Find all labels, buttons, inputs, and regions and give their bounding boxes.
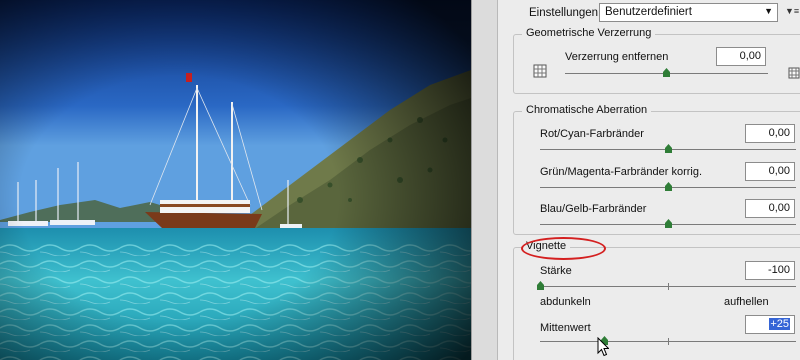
blue-yellow-input[interactable]: 0,00 bbox=[745, 199, 795, 218]
settings-label: Einstellungen: bbox=[529, 7, 602, 19]
remove-distortion-input[interactable]: 0,00 bbox=[716, 47, 766, 66]
midpoint-input[interactable]: +25 bbox=[745, 315, 795, 334]
settings-row: Einstellungen: Benutzerdefiniert ▼ ▼≡ bbox=[498, 0, 800, 26]
midpoint-label: Mittenwert bbox=[540, 322, 591, 334]
settings-value: Benutzerdefiniert bbox=[605, 6, 692, 18]
darken-label: abdunkeln bbox=[540, 296, 591, 308]
red-cyan-slider-thumb[interactable] bbox=[664, 144, 672, 153]
red-cyan-input[interactable]: 0,00 bbox=[745, 124, 795, 143]
lens-correction-panel: Einstellungen: Benutzerdefiniert ▼ ▼≡ Ge… bbox=[498, 0, 800, 360]
green-magenta-slider-thumb[interactable] bbox=[664, 182, 672, 191]
red-cyan-label: Rot/Cyan-Farbränder bbox=[540, 128, 644, 140]
grid-icon[interactable] bbox=[788, 67, 800, 79]
green-magenta-label: Grün/Magenta-Farbränder korrig. bbox=[540, 166, 703, 178]
blue-yellow-label: Blau/Gelb-Farbränder bbox=[540, 203, 647, 215]
remove-distortion-slider-thumb[interactable] bbox=[663, 68, 670, 77]
image-preview bbox=[0, 0, 471, 360]
panel-divider bbox=[471, 0, 498, 360]
grid-icon[interactable] bbox=[533, 64, 547, 78]
lighten-label: aufhellen bbox=[724, 296, 769, 308]
settings-dropdown[interactable]: Benutzerdefiniert ▼ bbox=[599, 3, 778, 22]
mouse-cursor-icon bbox=[597, 337, 609, 357]
slider-center-tick bbox=[668, 338, 669, 345]
remove-distortion-label: Verzerrung entfernen bbox=[565, 51, 669, 63]
vignette-amount-slider[interactable] bbox=[540, 283, 796, 290]
blue-yellow-slider-thumb[interactable] bbox=[664, 219, 672, 228]
slider-center-tick bbox=[668, 283, 669, 290]
vignette-amount-slider-thumb[interactable] bbox=[536, 281, 544, 290]
midpoint-value-selected: +25 bbox=[769, 318, 790, 330]
chromatic-aberration-title: Chromatische Aberration bbox=[522, 104, 652, 116]
vignette-amount-input[interactable]: -100 bbox=[745, 261, 795, 280]
vignette-title: Vignette bbox=[522, 240, 571, 252]
panel-menu-icon[interactable]: ▼≡ bbox=[785, 6, 799, 16]
midpoint-slider[interactable] bbox=[540, 338, 796, 345]
photo-preview bbox=[0, 0, 471, 360]
green-magenta-input[interactable]: 0,00 bbox=[745, 162, 795, 181]
geometric-distortion-title: Geometrische Verzerrung bbox=[522, 27, 656, 39]
vignette-amount-label: Stärke bbox=[540, 265, 572, 277]
chevron-down-icon: ▼ bbox=[764, 6, 773, 16]
